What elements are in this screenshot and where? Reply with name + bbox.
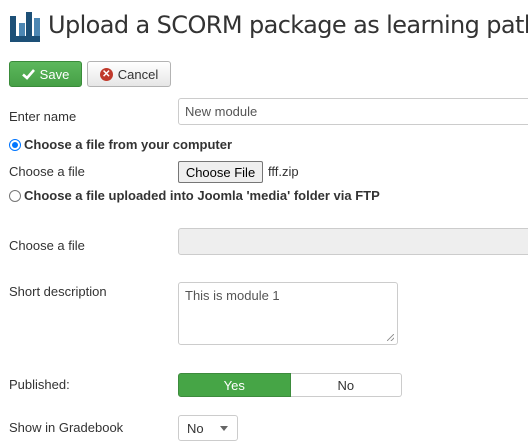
chevron-down-icon [220, 426, 228, 431]
short-description-label: Short description [9, 284, 107, 299]
radio-ftp-media-folder-label: Choose a file uploaded into Joomla 'medi… [24, 188, 380, 203]
cancel-circle-icon: ✕ [99, 67, 113, 81]
save-button[interactable]: Save [9, 61, 82, 87]
ftp-file-label: Choose a file [9, 238, 85, 253]
selected-file-name: fff.zip [268, 164, 299, 179]
short-description-value: This is module 1 [185, 288, 280, 303]
name-label: Enter name [9, 109, 77, 124]
radio-ftp-media-folder[interactable]: Choose a file uploaded into Joomla 'medi… [9, 188, 380, 203]
radio-upload-from-computer[interactable]: Choose a file from your computer [9, 137, 232, 152]
choose-file-button[interactable]: Choose File [178, 161, 263, 183]
radio-button-selected[interactable] [9, 138, 21, 151]
cancel-button-label: Cancel [117, 66, 159, 82]
radio-upload-from-computer-label: Choose a file from your computer [24, 137, 233, 152]
file-label: Choose a file [9, 164, 85, 179]
check-icon [21, 69, 35, 80]
resize-grip-icon[interactable] [387, 334, 394, 341]
published-yes-button[interactable]: Yes [178, 373, 291, 397]
cancel-button[interactable]: ✕ Cancel [87, 61, 171, 87]
published-no-button[interactable]: No [290, 373, 402, 397]
gradebook-select[interactable]: No [178, 415, 238, 441]
save-button-label: Save [39, 66, 70, 82]
name-input[interactable]: New module [178, 98, 528, 125]
joomla-learning-logo-icon [10, 12, 40, 42]
ftp-file-input[interactable] [178, 228, 528, 255]
gradebook-select-value: No [187, 420, 204, 436]
page-title: Upload a SCORM package as learning path [48, 11, 528, 39]
published-toggle[interactable]: Yes No [178, 373, 402, 397]
radio-button-unselected[interactable] [9, 189, 21, 202]
name-input-value: New module [185, 104, 258, 119]
gradebook-label: Show in Gradebook [9, 420, 124, 435]
published-label: Published: [9, 377, 70, 392]
short-description-textarea[interactable]: This is module 1 [178, 282, 398, 345]
